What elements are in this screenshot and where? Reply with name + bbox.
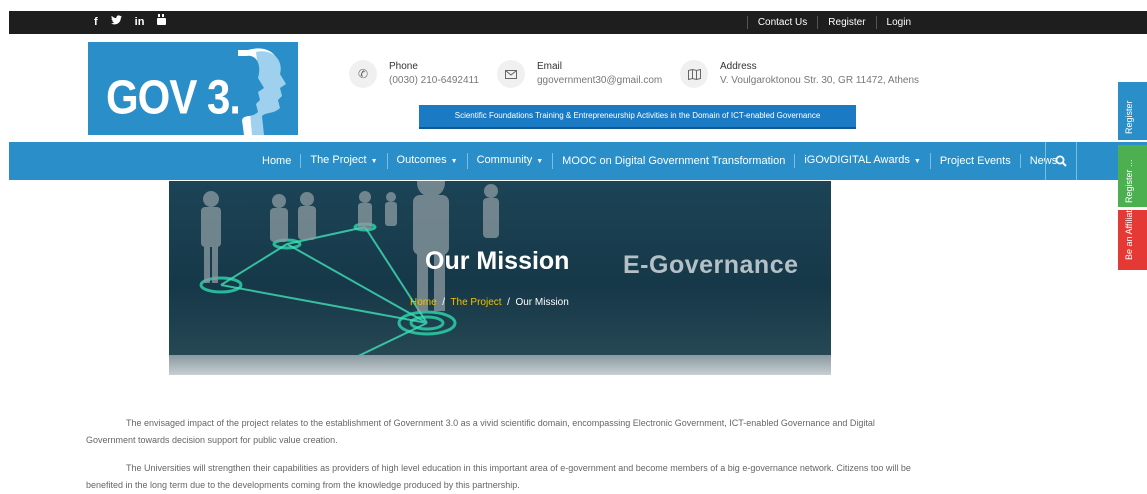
page-title: Our Mission xyxy=(425,247,570,275)
caret-down-icon: ▼ xyxy=(536,158,544,165)
email-label: Email xyxy=(537,61,563,72)
envelope-icon xyxy=(497,60,525,88)
nav-mooc[interactable]: MOOC on Digital Government Transformatio… xyxy=(553,154,796,168)
youtube-icon[interactable] xyxy=(157,11,167,34)
top-bar: f in Contact Us Register Login xyxy=(9,11,1147,34)
map-icon xyxy=(680,60,708,88)
mission-paragraph-2: The Universities will strengthen their c… xyxy=(86,463,911,490)
breadcrumb: Home / The Project / Our Mission xyxy=(410,297,569,308)
phone-label: Phone xyxy=(389,61,418,72)
main-nav: Home The Project ▼ Outcomes ▼ Community ▼ M… xyxy=(9,142,1147,180)
nav-outcomes[interactable]: Outcomes ▼ xyxy=(388,153,468,169)
search-icon[interactable] xyxy=(1045,142,1077,180)
nav-community[interactable]: Community ▼ xyxy=(468,153,554,169)
mission-paragraph-1: The envisaged impact of the project rela… xyxy=(86,418,875,445)
top-links: Contact Us Register Login xyxy=(746,11,921,34)
logo-faces-icon xyxy=(238,48,286,135)
breadcrumb-current: Our Mission xyxy=(515,297,569,308)
side-tab-register[interactable]: Register xyxy=(1118,82,1147,140)
hero-image-text: E-Governance xyxy=(623,251,799,279)
login-link[interactable]: Login xyxy=(875,16,921,29)
breadcrumb-the-project[interactable]: The Project xyxy=(450,297,501,308)
address-value: V. Voulgaroktonou Str. 30, GR 11472, Ath… xyxy=(720,75,920,86)
phone-value: (0030) 210-6492411 xyxy=(389,75,479,86)
nav-home[interactable]: Home xyxy=(253,154,302,168)
breadcrumb-home[interactable]: Home xyxy=(410,297,437,308)
hero-shadow xyxy=(169,355,831,375)
nav-the-project[interactable]: The Project ▼ xyxy=(301,153,388,169)
caret-down-icon: ▼ xyxy=(913,158,921,165)
phone-icon: ✆ xyxy=(349,60,377,88)
linkedin-icon[interactable]: in xyxy=(135,11,145,34)
hero-banner: Our Mission E-Governance Home / The Proj… xyxy=(169,181,831,375)
caret-down-icon: ▼ xyxy=(450,158,458,165)
tagline-banner: Scientific Foundations Training & Entrep… xyxy=(419,105,856,127)
contact-us-link[interactable]: Contact Us xyxy=(746,16,817,29)
caret-down-icon: ▼ xyxy=(370,158,378,165)
nav-igovdigital-awards[interactable]: iGOvDIGITAL Awards ▼ xyxy=(795,153,931,169)
side-tab-register-event[interactable]: Register ... xyxy=(1118,145,1147,207)
address-label: Address xyxy=(720,61,757,72)
register-link[interactable]: Register xyxy=(817,16,875,29)
phone-contact: ✆ Phone (0030) 210-6492411 xyxy=(349,60,479,88)
address-contact: Address V. Voulgaroktonou Str. 30, GR 11… xyxy=(680,60,919,88)
facebook-icon[interactable]: f xyxy=(94,11,98,34)
site-logo[interactable]: GOV 3.0 xyxy=(88,42,298,135)
side-tab-affiliate[interactable]: Be an Affiliat... xyxy=(1118,210,1147,270)
email-value[interactable]: ggovernment30@gmail.com xyxy=(537,74,662,87)
twitter-icon[interactable] xyxy=(110,11,122,34)
social-links: f in xyxy=(94,11,167,34)
email-contact: Email ggovernment30@gmail.com xyxy=(497,60,662,88)
nav-project-events[interactable]: Project Events xyxy=(931,154,1021,168)
